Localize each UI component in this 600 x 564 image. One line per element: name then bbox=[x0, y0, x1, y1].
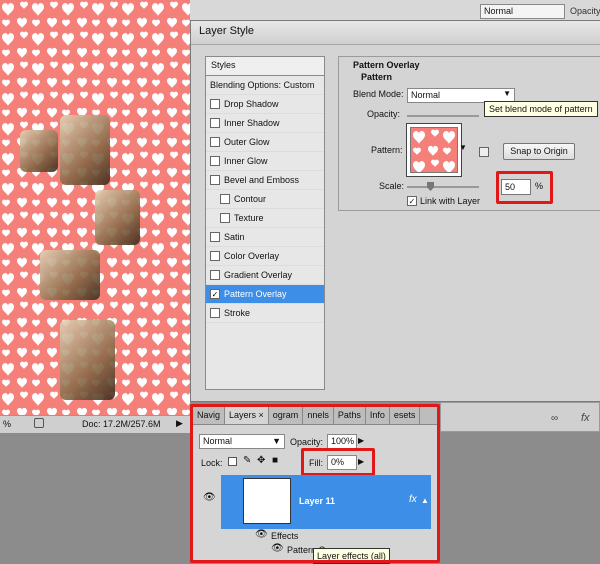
style-checkbox[interactable] bbox=[220, 194, 230, 204]
style-label: Contour bbox=[234, 194, 267, 204]
style-label: Outer Glow bbox=[224, 137, 270, 147]
style-checkbox[interactable] bbox=[210, 99, 220, 109]
style-label: Inner Glow bbox=[224, 156, 268, 166]
style-label: Pattern Overlay bbox=[224, 289, 287, 299]
fx-icon[interactable]: fx bbox=[581, 412, 590, 424]
status-bar: % Doc: 17.2M/257.6M ▶ bbox=[0, 415, 190, 433]
blend-mode-label: Blend Mode: bbox=[353, 89, 404, 99]
style-label: Color Overlay bbox=[224, 251, 280, 261]
snap-to-origin-button[interactable]: Snap to Origin bbox=[503, 143, 575, 160]
style-item[interactable]: Color Overlay bbox=[206, 247, 324, 266]
section-title: Pattern Overlay bbox=[353, 60, 420, 70]
style-label: Blending Options: Custom bbox=[210, 80, 315, 90]
pattern-label: Pattern: bbox=[371, 145, 403, 155]
pattern-dropdown-arrow[interactable]: ▼ bbox=[459, 143, 467, 152]
dialog-title[interactable]: Layer Style bbox=[191, 21, 600, 45]
style-item[interactable]: Inner Shadow bbox=[206, 114, 324, 133]
style-label: Drop Shadow bbox=[224, 99, 279, 109]
style-checkbox[interactable]: ✓ bbox=[210, 289, 220, 299]
photo-region bbox=[20, 130, 58, 172]
document-canvas[interactable] bbox=[0, 0, 190, 415]
link-icon[interactable]: ∞ bbox=[551, 413, 558, 424]
styles-header[interactable]: Styles bbox=[206, 57, 324, 76]
photo-region bbox=[95, 190, 140, 245]
scale-highlight bbox=[496, 171, 553, 204]
options-strip: Normal Opacity bbox=[190, 0, 600, 22]
zoom-readout[interactable]: % bbox=[3, 419, 11, 429]
style-checkbox[interactable] bbox=[210, 251, 220, 261]
scale-label: Scale: bbox=[379, 181, 405, 191]
scale-slider[interactable] bbox=[407, 182, 479, 191]
blend-mode-value: Normal bbox=[411, 90, 441, 100]
style-label: Bevel and Emboss bbox=[224, 175, 300, 185]
right-panel-edge: ∞ fx bbox=[440, 402, 600, 432]
style-checkbox[interactable] bbox=[210, 270, 220, 280]
arrow-icon[interactable]: ▶ bbox=[176, 418, 183, 429]
style-item[interactable]: Texture bbox=[206, 209, 324, 228]
blend-mode-select[interactable]: Normal bbox=[480, 4, 565, 19]
style-item[interactable]: Satin bbox=[206, 228, 324, 247]
style-checkbox[interactable] bbox=[210, 156, 220, 166]
photo-region bbox=[40, 250, 100, 300]
style-label: Texture bbox=[234, 213, 264, 223]
style-label: Gradient Overlay bbox=[224, 270, 293, 280]
new-preset-icon[interactable] bbox=[479, 147, 489, 157]
link-label[interactable]: Link with Layer bbox=[420, 196, 480, 206]
sub-title: Pattern bbox=[361, 72, 393, 82]
style-item[interactable]: Stroke bbox=[206, 304, 324, 323]
style-item[interactable]: ✓ Pattern Overlay bbox=[206, 285, 324, 304]
style-item[interactable]: Gradient Overlay bbox=[206, 266, 324, 285]
style-checkbox[interactable] bbox=[210, 118, 220, 128]
opacity-slider[interactable] bbox=[407, 115, 479, 117]
link-checkbox[interactable]: ✓ bbox=[407, 196, 417, 206]
style-checkbox[interactable] bbox=[220, 213, 230, 223]
tooltip: Set blend mode of pattern bbox=[484, 101, 598, 117]
style-item[interactable]: Outer Glow bbox=[206, 133, 324, 152]
style-item[interactable]: Drop Shadow bbox=[206, 95, 324, 114]
style-item[interactable]: Inner Glow bbox=[206, 152, 324, 171]
status-icon[interactable] bbox=[34, 418, 44, 428]
photo-region bbox=[60, 115, 110, 185]
styles-list: Styles Blending Options: Custom Drop Shad… bbox=[205, 56, 325, 390]
layers-highlight bbox=[190, 404, 440, 563]
swatch-hearts bbox=[411, 128, 457, 172]
opacity-label: Opacity: bbox=[367, 109, 401, 119]
style-checkbox[interactable] bbox=[210, 308, 220, 318]
style-label: Stroke bbox=[224, 308, 251, 318]
pattern-swatch[interactable] bbox=[406, 123, 462, 177]
style-label: Inner Shadow bbox=[224, 118, 280, 128]
doc-size: Doc: 17.2M/257.6M bbox=[82, 419, 161, 429]
opacity-label: Opacity bbox=[570, 6, 600, 16]
style-label: Satin bbox=[224, 232, 245, 242]
style-checkbox[interactable] bbox=[210, 232, 220, 242]
style-item[interactable]: Bevel and Emboss bbox=[206, 171, 324, 190]
style-checkbox[interactable] bbox=[210, 175, 220, 185]
style-item[interactable]: Blending Options: Custom bbox=[206, 76, 324, 95]
style-item[interactable]: Contour bbox=[206, 190, 324, 209]
style-checkbox[interactable] bbox=[210, 137, 220, 147]
chevron-down-icon: ▼ bbox=[503, 89, 511, 98]
layer-style-dialog: Layer Style Styles Blending Options: Cus… bbox=[190, 20, 600, 402]
photo-region bbox=[60, 320, 115, 400]
